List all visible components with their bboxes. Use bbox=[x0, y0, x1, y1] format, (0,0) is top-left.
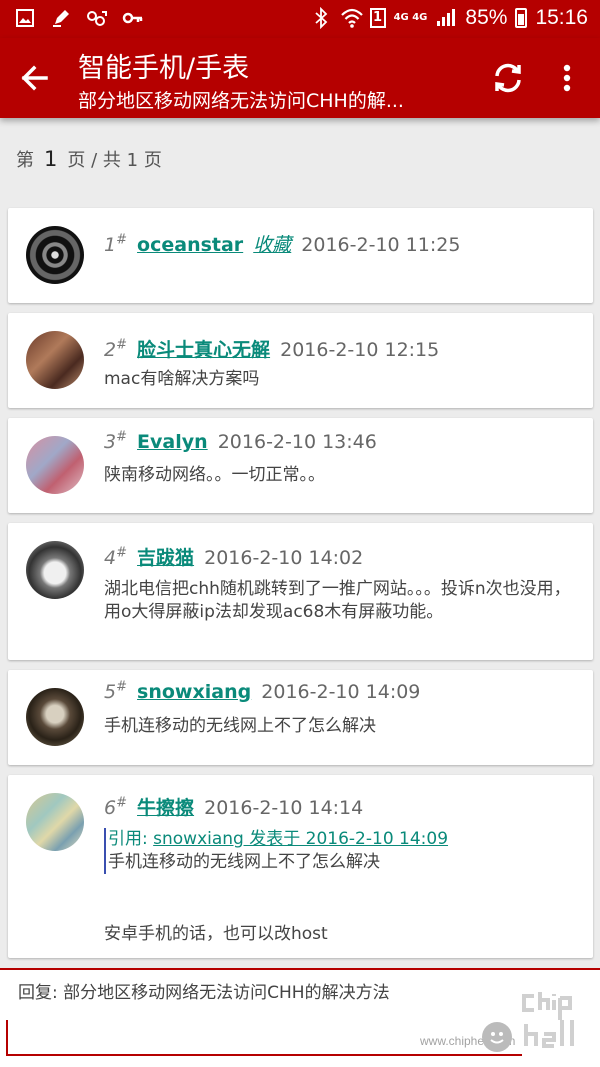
post-card: 6# 牛擦擦 2016-2-10 14:14 引用: snowxiang 发表于… bbox=[8, 775, 593, 958]
link-icon bbox=[86, 8, 108, 30]
key-icon bbox=[122, 8, 144, 30]
signal-icon bbox=[435, 7, 457, 29]
battery-icon bbox=[515, 8, 528, 28]
post-content: mac有啥解决方案吗 bbox=[104, 369, 260, 389]
chiphell-logo bbox=[522, 992, 574, 1048]
favorite-link[interactable]: 收藏 bbox=[253, 234, 291, 256]
post-card: 5# snowxiang 2016-2-10 14:09 手机连移动的无线网上不… bbox=[8, 670, 593, 765]
avatar[interactable] bbox=[26, 793, 84, 851]
back-button[interactable] bbox=[14, 56, 58, 100]
author-link[interactable]: Evalyn bbox=[137, 431, 208, 453]
emoji-icon bbox=[490, 1032, 504, 1044]
avatar[interactable] bbox=[26, 541, 84, 599]
post-date: 2016-2-10 14:02 bbox=[204, 547, 364, 569]
more-vert-icon bbox=[563, 64, 571, 92]
status-bar: 1 4G 4G 85% 15:16 bbox=[0, 0, 600, 38]
quote-source-link[interactable]: snowxiang 发表于 2016-2-10 14:09 bbox=[153, 829, 448, 849]
reply-label: 回复: 部分地区移动网络无法访问CHH的解决方法 bbox=[18, 983, 390, 1003]
more-options-button[interactable] bbox=[552, 58, 582, 98]
page-subtitle: 部分地区移动网络无法访问CHH的解... bbox=[78, 90, 404, 112]
post-date: 2016-2-10 14:14 bbox=[204, 797, 364, 819]
quote-block: 引用: snowxiang 发表于 2016-2-10 14:09 手机连移动的… bbox=[104, 828, 574, 874]
author-link[interactable]: 吉跋猫 bbox=[137, 547, 194, 569]
current-page: 1 bbox=[44, 147, 58, 171]
floor-number: 3# bbox=[104, 430, 127, 454]
post-date: 2016-2-10 12:15 bbox=[280, 339, 440, 361]
floor-number: 2# bbox=[104, 337, 127, 361]
post-date: 2016-2-10 14:09 bbox=[261, 681, 421, 704]
author-link[interactable]: snowxiang bbox=[137, 681, 251, 703]
author-link[interactable]: oceanstar bbox=[137, 234, 243, 256]
bluetooth-icon bbox=[310, 6, 332, 30]
app-bar: 智能手机/手表 部分地区移动网络无法访问CHH的解... bbox=[0, 38, 600, 118]
refresh-icon bbox=[495, 63, 521, 93]
post-date: 2016-2-10 13:46 bbox=[217, 431, 377, 454]
quote-text: 手机连移动的无线网上不了怎么解决 bbox=[108, 852, 380, 872]
sim-icon: 1 bbox=[369, 8, 386, 28]
image-icon bbox=[14, 8, 36, 30]
pager-prefix: 第 bbox=[16, 150, 34, 171]
total-pages: 1 bbox=[126, 150, 139, 171]
avatar[interactable] bbox=[26, 331, 84, 389]
emoji-button[interactable] bbox=[482, 1022, 512, 1052]
post-content: 陕南移动网络。。一切正常。。 bbox=[104, 465, 325, 485]
page-indicator: 第1页 / 共 1 页 bbox=[16, 146, 162, 172]
post-card: 1# oceanstar 收藏 2016-2-10 11:25 bbox=[8, 208, 593, 303]
post-card: 2# 脸斗士真心无解 2016-2-10 12:15 mac有啥解决方案吗 bbox=[8, 313, 593, 408]
post-card: 4# 吉跋猫 2016-2-10 14:02 湖北电信把chh随机跳转到了一推广… bbox=[8, 523, 593, 660]
clock: 15:16 bbox=[535, 6, 588, 29]
pen-icon bbox=[50, 8, 72, 30]
floor-number: 4# bbox=[104, 545, 127, 569]
post-content: 安卓手机的话，也可以改host bbox=[104, 924, 328, 944]
post-date: 2016-2-10 11:25 bbox=[301, 234, 461, 256]
post-content: 湖北电信把chh随机跳转到了一推广网站。。。投诉n次也没用，用o大得屏蔽ip法却… bbox=[104, 579, 571, 622]
floor-number: 5# bbox=[104, 680, 127, 704]
pager-middle: 页 / 共 bbox=[67, 150, 121, 171]
quote-prefix: 引用: bbox=[108, 829, 154, 849]
avatar[interactable] bbox=[26, 226, 84, 284]
post-content: 手机连移动的无线网上不了怎么解决 bbox=[104, 716, 376, 736]
watermark-logo bbox=[522, 990, 592, 1067]
pager-suffix: 页 bbox=[143, 150, 162, 171]
avatar[interactable] bbox=[26, 436, 84, 494]
floor-number: 1# bbox=[104, 232, 127, 256]
refresh-button[interactable] bbox=[488, 58, 528, 98]
wifi-icon bbox=[340, 7, 363, 29]
post-card: 3# Evalyn 2016-2-10 13:46 陕南移动网络。。一切正常。。 bbox=[8, 418, 593, 513]
page-title: 智能手机/手表 bbox=[78, 53, 250, 84]
battery-percent: 85% bbox=[465, 6, 508, 29]
author-link[interactable]: 脸斗士真心无解 bbox=[137, 339, 270, 361]
reply-bar: 回复: 部分地区移动网络无法访问CHH的解决方法 www.chiphell.co… bbox=[0, 968, 600, 1067]
back-arrow-icon bbox=[21, 65, 48, 91]
network-label: 4G 4G bbox=[393, 12, 428, 23]
author-link[interactable]: 牛擦擦 bbox=[137, 797, 194, 819]
floor-number: 6# bbox=[104, 795, 127, 819]
avatar[interactable] bbox=[26, 688, 84, 746]
